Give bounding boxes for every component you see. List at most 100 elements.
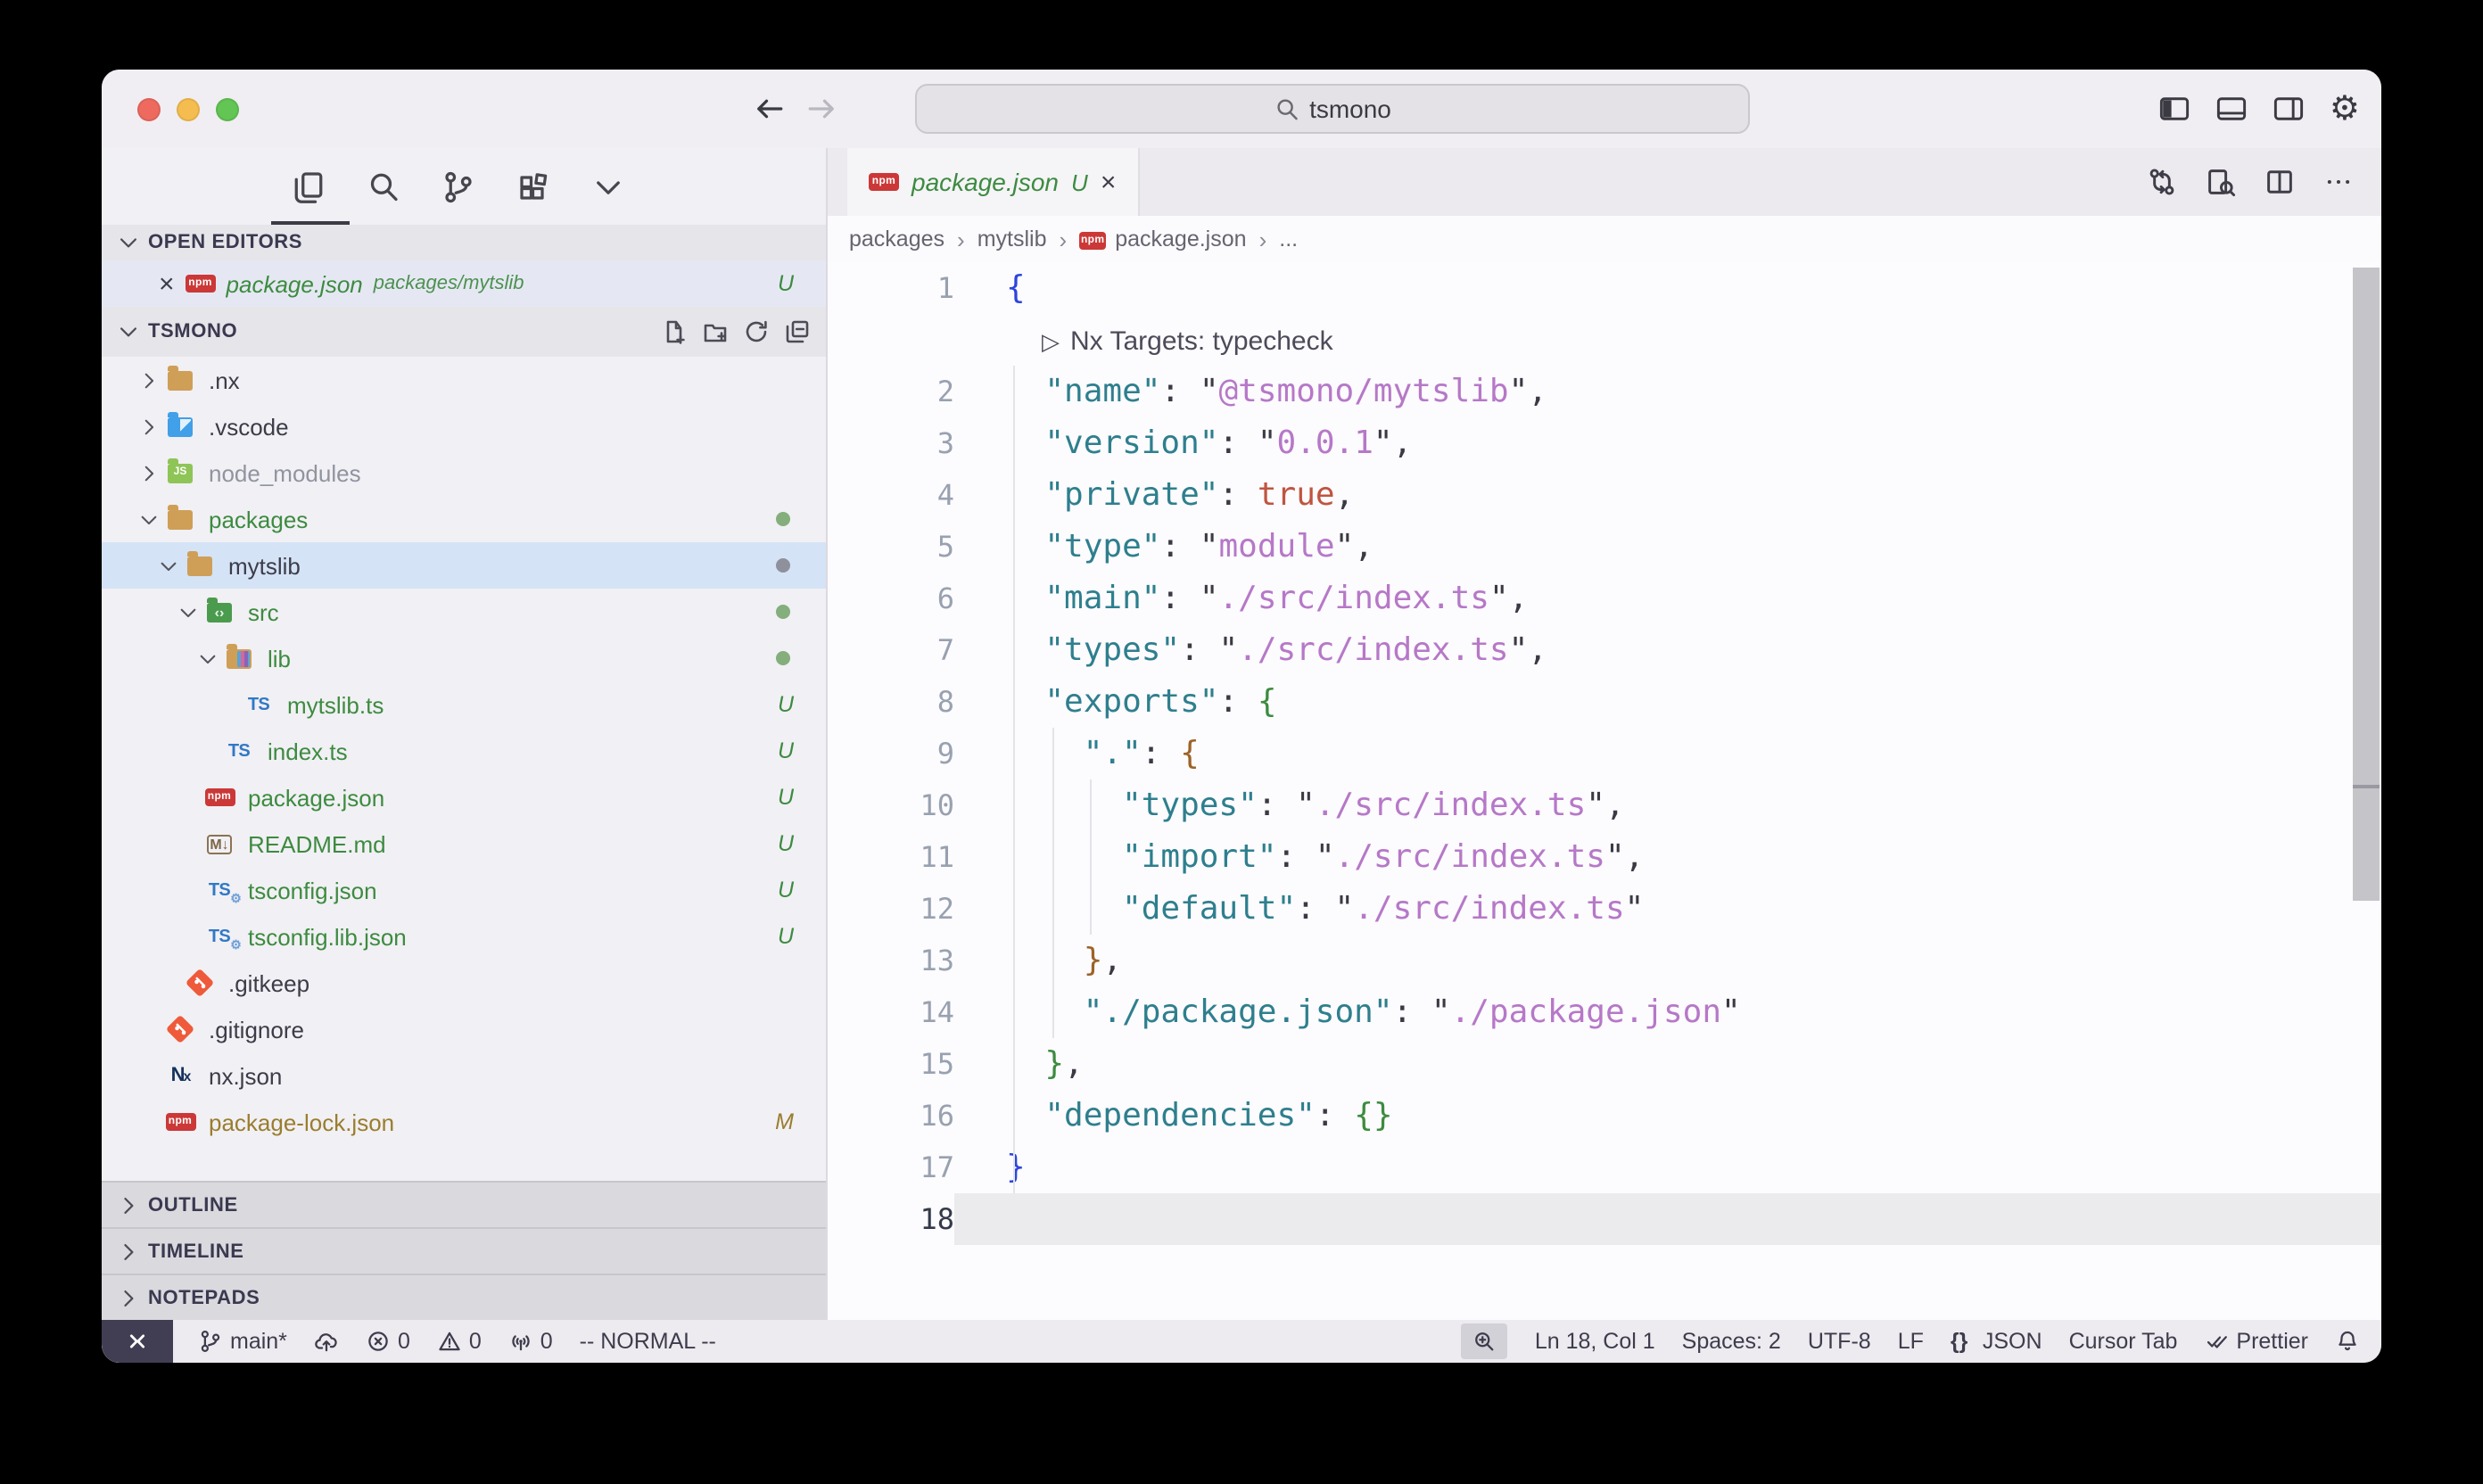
status-notifications[interactable] (2335, 1329, 2360, 1354)
open-editor-item[interactable]: × npm package.json packages/mytslib U (102, 260, 826, 307)
status-publish[interactable] (314, 1329, 339, 1354)
breadcrumb-item[interactable]: ... (1279, 227, 1298, 251)
code-content[interactable]: }, (954, 1038, 2381, 1090)
search-icon[interactable] (366, 169, 401, 204)
code-content[interactable]: "dependencies": {} (954, 1090, 2381, 1142)
tree-item-mytslib-ts[interactable]: TSmytslib.tsU (102, 681, 826, 728)
status-zoom-indicator[interactable] (1462, 1323, 1508, 1359)
sidebar-section-timeline[interactable]: TIMELINE (102, 1227, 826, 1274)
source-control-icon[interactable] (441, 169, 476, 204)
minimize-window-button[interactable] (177, 98, 200, 121)
tab-package-json[interactable]: npm package.json U × (847, 148, 1139, 216)
toggle-sidebar-icon[interactable] (2158, 93, 2190, 125)
status-indentation[interactable]: Spaces: 2 (1682, 1329, 1781, 1354)
codelens[interactable]: ▷Nx Targets: typecheck (954, 314, 2381, 366)
code-content[interactable]: } (954, 1142, 2381, 1193)
gear-icon[interactable]: ⚙ (2330, 92, 2360, 126)
close-window-button[interactable] (137, 98, 161, 121)
close-icon[interactable]: × (159, 270, 175, 297)
split-editor-icon[interactable] (2264, 166, 2296, 198)
code-content[interactable]: { (954, 262, 2381, 314)
collapse-all-icon[interactable] (783, 317, 812, 346)
close-tab-icon[interactable]: × (1101, 169, 1117, 195)
code-content[interactable]: "types": "./src/index.ts", (954, 779, 2381, 831)
code-content[interactable]: }, (954, 935, 2381, 986)
status-language-mode[interactable]: {}JSON (1951, 1329, 2042, 1354)
chevron-right-icon[interactable] (134, 461, 162, 484)
tree-item-lib[interactable]: lib (102, 635, 826, 681)
breadcrumb-item[interactable]: mytslib (978, 227, 1047, 251)
tree-item-src[interactable]: src (102, 589, 826, 635)
toggle-panel-icon[interactable] (2215, 93, 2248, 125)
breadcrumb-item[interactable]: npmpackage.json (1079, 227, 1246, 251)
sidebar-section-notepads[interactable]: NOTEPADS (102, 1274, 826, 1320)
tree-item--gitkeep[interactable]: .gitkeep (102, 960, 826, 1006)
open-changes-icon[interactable] (2146, 166, 2178, 198)
status-problems-warnings[interactable]: 0 (437, 1329, 482, 1354)
tree-item-tsconfig-lib-json[interactable]: TS⚙tsconfig.lib.jsonU (102, 913, 826, 960)
code-content[interactable]: "main": "./src/index.ts", (954, 573, 2381, 624)
forward-arrow-icon[interactable] (804, 91, 840, 127)
code-content[interactable]: "version": "0.0.1", (954, 417, 2381, 469)
tree-item-label: .vscode (209, 413, 289, 440)
chevron-right-icon[interactable] (134, 415, 162, 438)
tree-item-index-ts[interactable]: TSindex.tsU (102, 728, 826, 774)
code-content[interactable]: "./package.json": "./package.json" (954, 986, 2381, 1038)
status-git-branch[interactable]: main* (198, 1329, 287, 1354)
breadcrumb-item[interactable]: packages (849, 227, 945, 251)
tree-item--vscode[interactable]: .vscode (102, 403, 826, 449)
code-content[interactable]: "type": "module", (954, 521, 2381, 573)
tree-item-package-lock-json[interactable]: npmpackage-lock.jsonM (102, 1099, 826, 1145)
new-file-icon[interactable] (660, 317, 689, 346)
sidebar-section-outline[interactable]: OUTLINE (102, 1181, 826, 1227)
codelens-action[interactable]: ▷Nx Targets: typecheck (1042, 326, 1333, 357)
status-eol[interactable]: LF (1898, 1329, 1924, 1354)
back-arrow-icon[interactable] (751, 91, 787, 127)
chevron-down-icon[interactable] (134, 507, 162, 531)
scrollbar-thumb[interactable] (2353, 268, 2380, 901)
extensions-icon[interactable] (516, 169, 551, 204)
code-content[interactable] (954, 1193, 2381, 1245)
code-content[interactable]: "types": "./src/index.ts", (954, 624, 2381, 676)
new-folder-icon[interactable] (701, 317, 730, 346)
chevron-down-icon[interactable] (193, 647, 221, 670)
command-center-search[interactable]: tsmono (915, 84, 1750, 134)
tree-item-package-json[interactable]: npmpackage.jsonU (102, 774, 826, 820)
chevron-right-icon[interactable] (134, 368, 162, 392)
tree-item-packages[interactable]: packages (102, 496, 826, 542)
tree-item-tsconfig-json[interactable]: TS⚙tsconfig.jsonU (102, 867, 826, 913)
toggle-secondary-sidebar-icon[interactable] (2273, 93, 2305, 125)
tree-item-readme-md[interactable]: M↓README.mdU (102, 820, 826, 867)
code-content[interactable]: "private": true, (954, 469, 2381, 521)
status-encoding[interactable]: UTF-8 (1808, 1329, 1871, 1354)
status-problems-errors[interactable]: 0 (366, 1329, 410, 1354)
bell-icon (2335, 1329, 2360, 1354)
tree-item-mytslib[interactable]: mytslib (102, 542, 826, 589)
tree-item-node-modules[interactable]: node_modules (102, 449, 826, 496)
more-actions-icon[interactable] (2322, 166, 2355, 198)
status-broadcast[interactable]: 0 (508, 1329, 553, 1354)
status-cursor-tab[interactable]: Cursor Tab (2069, 1329, 2178, 1354)
tree-item--nx[interactable]: .nx (102, 357, 826, 403)
refresh-icon[interactable] (742, 317, 771, 346)
status-cursor-position[interactable]: Ln 18, Col 1 (1535, 1329, 1655, 1354)
status-vim-mode[interactable]: -- NORMAL -- (580, 1329, 716, 1354)
status-remote-indicator[interactable] (102, 1320, 173, 1363)
code-content[interactable]: "import": "./src/index.ts", (954, 831, 2381, 883)
code-content[interactable]: "exports": { (954, 676, 2381, 728)
code-content[interactable]: ".": { (954, 728, 2381, 779)
zoom-window-button[interactable] (216, 98, 239, 121)
tree-item--gitignore[interactable]: .gitignore (102, 1006, 826, 1052)
files-icon[interactable] (291, 169, 326, 204)
code-editor[interactable]: 1{▷Nx Targets: typecheck2 "name": "@tsmo… (828, 262, 2381, 1320)
tree-item-nx-json[interactable]: Nxnx.json (102, 1052, 826, 1099)
code-content[interactable]: "default": "./src/index.ts" (954, 883, 2381, 935)
open-preview-icon[interactable] (2205, 166, 2237, 198)
status-formatter[interactable]: Prettier (2204, 1329, 2308, 1354)
open-editors-header[interactable]: OPEN EDITORS (102, 225, 826, 260)
chevron-down-icon[interactable] (590, 169, 626, 204)
chevron-down-icon[interactable] (173, 600, 202, 623)
explorer-header[interactable]: TSMONO (102, 307, 826, 357)
code-content[interactable]: "name": "@tsmono/mytslib", (954, 366, 2381, 417)
chevron-down-icon[interactable] (153, 554, 182, 577)
